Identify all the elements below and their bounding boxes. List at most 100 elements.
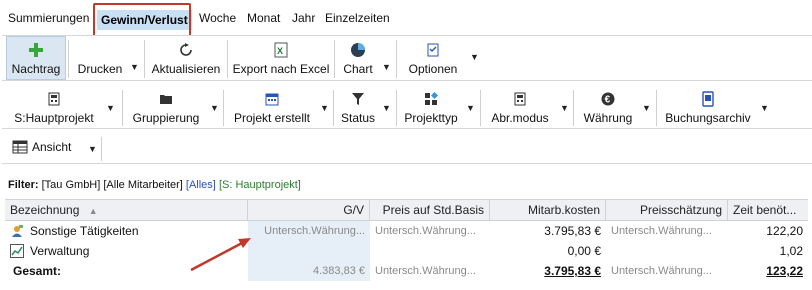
gruppierung-button[interactable]: Gruppierung [126,87,206,128]
filter-alles-link[interactable]: [Alles] [186,179,216,191]
tab-einzelzeiten[interactable]: Einzelzeiten [325,11,390,25]
abr-modus-dropdown-icon[interactable]: ▼ [560,103,569,113]
waehrung-button[interactable]: € Währung [577,87,639,128]
projekt-erstellt-dropdown-icon[interactable]: ▼ [320,103,329,113]
separator [122,90,123,126]
aktualisieren-button[interactable]: Aktualisieren [148,36,224,80]
separator [480,90,481,126]
total-preis: Untersch.Währung... [375,265,476,277]
column-header-preisschaetzung[interactable]: Preisschätzung [606,200,728,220]
waehrung-label: Währung [583,111,633,125]
separator [101,137,102,161]
ansicht-dropdown-icon[interactable]: ▼ [88,144,97,154]
export-label: Export nach Excel [232,61,330,76]
separator [656,90,657,126]
buchungsarchiv-dropdown-icon[interactable]: ▼ [760,103,769,113]
table-header: Bezeichnung ▲ G/V Preis auf Std.Basis Mi… [5,199,808,221]
buchungsarchiv-button[interactable]: Buchungsarchiv [660,87,756,128]
gruppierung-dropdown-icon[interactable]: ▼ [210,103,219,113]
row-preis: Untersch.Währung... [375,225,476,237]
waehrung-dropdown-icon[interactable]: ▼ [642,103,651,113]
projekttyp-button[interactable]: Projekttyp [400,87,462,128]
aktualisieren-label: Aktualisieren [151,61,221,76]
column-header-label: Bezeichnung [10,203,80,217]
chart-label: Chart [343,61,373,76]
options-icon [427,41,439,59]
separator [227,40,228,78]
tab-jahr[interactable]: Jahr [292,11,315,25]
drucken-label: Drucken [77,61,123,76]
tab-woche[interactable]: Woche [199,11,236,25]
line-chart-icon [10,244,24,258]
pie-chart-icon [350,41,366,59]
calculator-icon [48,90,60,108]
projekt-erstellt-button[interactable]: Projekt erstellt [227,87,317,128]
plus-icon [28,41,44,59]
row-zeit: 122,20 [766,224,803,238]
main-toolbar: Nachtrag Drucken ▼ Aktualisieren X Expor… [2,35,812,81]
tab-monat[interactable]: Monat [247,11,280,25]
tab-summierungen[interactable]: Summierungen [8,11,89,25]
table-row[interactable]: Sonstige Tätigkeiten Untersch.Währung...… [5,221,808,241]
separator [223,90,224,126]
nachtrag-button[interactable]: Nachtrag [6,36,66,80]
abr-modus-label: Abr.modus [491,111,549,125]
hauptprojekt-button[interactable]: S:Hauptprojekt [8,87,100,128]
separator [396,40,397,78]
projekt-erstellt-label: Projekt erstellt [233,111,311,125]
projekttyp-label: Projekttyp [404,111,458,125]
svg-text:X: X [277,46,283,56]
optionen-dropdown-icon[interactable]: ▼ [470,52,479,62]
column-header-bezeichnung[interactable]: Bezeichnung ▲ [5,200,248,220]
separator [68,40,69,78]
filter-text: [Tau GmbH] [Alle Mitarbeiter] [41,179,183,191]
gruppierung-label: Gruppierung [132,111,200,125]
filter-project-link[interactable]: [S: Hauptprojekt] [219,179,301,191]
status-label: Status [340,111,376,125]
ansicht-label: Ansicht [32,140,72,154]
refresh-icon [179,41,193,59]
blocks-icon [424,90,438,108]
hauptprojekt-label: S:Hauptprojekt [14,111,94,125]
export-excel-button[interactable]: X Export nach Excel [231,36,331,80]
activity-icon [10,224,24,238]
row-kosten: 3.795,83 € [544,224,601,238]
drucken-button[interactable]: Drucken [72,36,128,80]
total-zeit: 123,22 [766,264,803,278]
chart-button[interactable]: Chart [338,36,378,80]
status-dropdown-icon[interactable]: ▼ [382,103,391,113]
table-total-row: Gesamt: 4.383,83 € Untersch.Währung... 3… [5,261,808,283]
filter-toolbar: S:Hauptprojekt ▼ Gruppierung ▼ Projekt e… [2,87,812,129]
abr-modus-button[interactable]: Abr.modus [484,87,556,128]
archive-icon [702,90,714,108]
column-header-gv[interactable]: G/V [248,200,370,220]
ansicht-button[interactable]: Ansicht [12,140,71,154]
separator [333,90,334,126]
projekttyp-dropdown-icon[interactable]: ▼ [466,103,475,113]
separator [334,40,335,78]
funnel-icon [351,90,365,108]
hauptprojekt-dropdown-icon[interactable]: ▼ [106,103,115,113]
column-header-preis[interactable]: Preis auf Std.Basis [370,200,490,220]
chart-dropdown-icon[interactable]: ▼ [382,62,391,72]
separator [144,40,145,78]
column-header-mitarb-kosten[interactable]: Mitarb.kosten [490,200,606,220]
status-button[interactable]: Status [337,87,379,128]
total-schaetzung: Untersch.Währung... [611,265,712,277]
row-kosten: 0,00 € [567,244,601,258]
tab-highlight-box [93,3,191,37]
table-view-icon [12,140,28,154]
optionen-button[interactable]: Optionen [400,36,466,80]
row-name: Verwaltung [30,244,90,258]
euro-icon: € [601,90,615,108]
drucken-dropdown-icon[interactable]: ▼ [130,62,139,72]
annotation-arrow [190,238,251,272]
row-preis [370,241,490,261]
nachtrag-label: Nachtrag [11,61,61,76]
calculator-icon [514,90,526,108]
table-row[interactable]: Verwaltung 0,00 € 1,02 [5,241,808,261]
excel-icon: X [274,41,288,59]
view-toolbar: Ansicht ▼ [2,134,812,164]
column-header-zeit[interactable]: Zeit benöt... [728,200,808,220]
row-schaetzung: Untersch.Währung... [611,225,712,237]
